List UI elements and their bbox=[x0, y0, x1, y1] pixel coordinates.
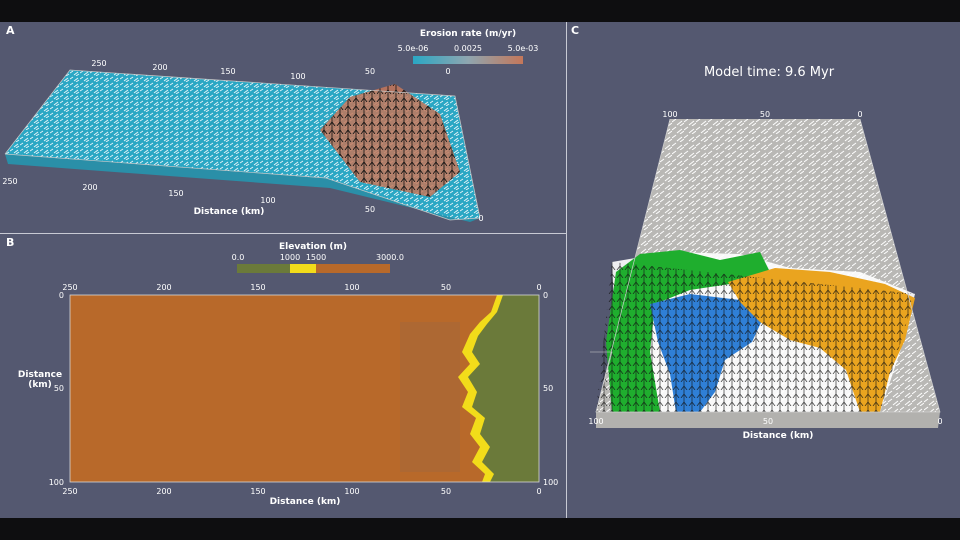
panel-a-top-tick-200: 200 bbox=[152, 63, 167, 72]
panel-c-letter: C bbox=[571, 24, 579, 37]
panel-b-bottom-tick-0: 0 bbox=[536, 487, 541, 496]
panel-c-xlabel: Distance (km) bbox=[743, 431, 814, 441]
panel-b-colorbar-tick-1000: 1000 bbox=[280, 253, 300, 262]
panel-a-colorbar-tick-max: 5.0e-03 bbox=[508, 44, 539, 53]
panel-b-bottom-tick-50: 50 bbox=[441, 487, 451, 496]
panel-b-bottom-tick-150: 150 bbox=[250, 487, 265, 496]
panel-c-top-tick-100: 100 bbox=[662, 110, 677, 119]
panel-b-top-tick-100: 100 bbox=[344, 283, 359, 292]
figure-canvas: A Erosion rate (m/yr) 5.0e-06 0.0025 5.0… bbox=[2, 24, 942, 507]
panel-b-left-tick-50: 50 bbox=[54, 384, 64, 393]
panel-a-xlabel: Distance (km) bbox=[194, 207, 265, 217]
panel-a-bottom-tick-200: 200 bbox=[82, 183, 97, 192]
panel-a-colorbar-tick-mid: 0.0025 bbox=[454, 44, 482, 53]
panel-b-right-tick-100: 100 bbox=[543, 478, 558, 487]
panel-a-terrain bbox=[4, 69, 481, 222]
panel-a-top-tick-250: 250 bbox=[91, 59, 106, 68]
panel-a-bottom-tick-100: 100 bbox=[260, 196, 275, 205]
panel-b-colorbar-tick-3000: 3000.0 bbox=[376, 253, 404, 262]
panel-a-bottom-tick-0: 0 bbox=[478, 214, 483, 223]
panel-a-bottom-tick-150: 150 bbox=[168, 189, 183, 198]
panel-b-left-tick-0: 0 bbox=[59, 291, 64, 300]
panel-b-letter: B bbox=[6, 236, 14, 249]
panel-b-top-tick-250: 250 bbox=[62, 283, 77, 292]
panel-c-bottom-tick-100: 100 bbox=[588, 417, 603, 426]
panel-b-top-tick-50: 50 bbox=[441, 283, 451, 292]
panel-a-letter: A bbox=[6, 24, 15, 37]
panel-b-left-tick-100: 100 bbox=[49, 478, 64, 487]
panel-a-colorbar bbox=[413, 56, 523, 64]
panel-b-ylabel-line2: (km) bbox=[28, 380, 52, 390]
panel-b-colorbar-tick-1500: 1500 bbox=[306, 253, 326, 262]
panel-a-top-tick-100: 100 bbox=[290, 72, 305, 81]
panel-c-terrain bbox=[590, 118, 941, 428]
panel-a-bottom-tick-250: 250 bbox=[2, 177, 17, 186]
panel-b-bottom-tick-250: 250 bbox=[62, 487, 77, 496]
panel-b-elevation-map bbox=[69, 294, 540, 483]
panel-b-top-tick-200: 200 bbox=[156, 283, 171, 292]
panel-b-top-tick-0: 0 bbox=[536, 283, 541, 292]
panel-b-colorbar-title: Elevation (m) bbox=[279, 242, 347, 252]
panel-a-top-tick-0: 0 bbox=[445, 67, 450, 76]
panel-b-colorbar bbox=[237, 264, 390, 273]
panel-b-ylabel-line1: Distance bbox=[18, 370, 62, 380]
panel-b-bottom-tick-100: 100 bbox=[344, 487, 359, 496]
panel-b-top-tick-150: 150 bbox=[250, 283, 265, 292]
panel-c-top-tick-0: 0 bbox=[857, 110, 862, 119]
panel-b-bottom-tick-200: 200 bbox=[156, 487, 171, 496]
visualization-stage: A Erosion rate (m/yr) 5.0e-06 0.0025 5.0… bbox=[0, 22, 960, 518]
panel-c-title: Model time: 9.6 Myr bbox=[704, 65, 835, 80]
panel-a-top-tick-50: 50 bbox=[365, 67, 375, 76]
panel-a-colorbar-tick-min: 5.0e-06 bbox=[398, 44, 429, 53]
panel-c-bottom-tick-0: 0 bbox=[937, 417, 942, 426]
panel-b-right-tick-50: 50 bbox=[543, 384, 553, 393]
panel-b-colorbar-tick-0: 0.0 bbox=[232, 253, 245, 262]
panel-a-colorbar-title: Erosion rate (m/yr) bbox=[420, 29, 516, 39]
panel-a-top-tick-150: 150 bbox=[220, 67, 235, 76]
panel-c-top-tick-50: 50 bbox=[760, 110, 770, 119]
panel-c-bottom-tick-50: 50 bbox=[763, 417, 773, 426]
panel-b-right-tick-0: 0 bbox=[543, 291, 548, 300]
panel-a-bottom-tick-50: 50 bbox=[365, 205, 375, 214]
panel-b-xlabel: Distance (km) bbox=[270, 497, 341, 507]
